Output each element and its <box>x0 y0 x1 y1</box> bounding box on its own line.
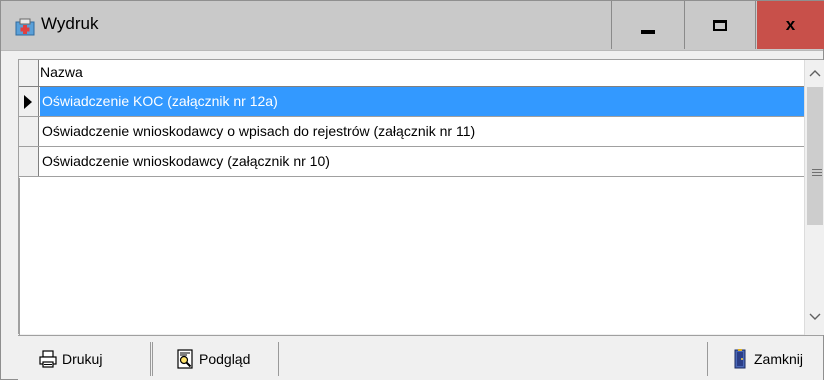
printer-app-icon <box>15 18 35 36</box>
close-icon: x <box>785 15 796 34</box>
scroll-up-button[interactable] <box>805 63 824 83</box>
row-indicator[interactable] <box>19 117 39 146</box>
close-button[interactable]: Zamknij <box>707 342 823 376</box>
minimize-icon <box>640 30 655 34</box>
preview-icon <box>177 349 193 369</box>
row-indicator[interactable] <box>19 87 39 116</box>
close-label: Zamknij <box>754 351 804 367</box>
preview-button[interactable]: Podgląd <box>152 342 279 376</box>
current-row-arrow-icon <box>24 95 32 109</box>
minimize-button[interactable] <box>611 1 683 49</box>
grid-left-border <box>19 178 20 335</box>
table-row[interactable]: Oświadczenie wnioskodawcy (załącznik nr … <box>19 147 804 177</box>
title-bar[interactable]: Wydruk x <box>1 1 824 51</box>
scroll-down-button[interactable] <box>805 307 824 327</box>
table-row[interactable]: Oświadczenie wnioskodawcy o wpisach do r… <box>19 117 804 147</box>
row-name-cell[interactable]: Oświadczenie KOC (załącznik nr 12a) <box>40 87 804 116</box>
scroll-grip-icon <box>812 169 822 176</box>
column-header-name[interactable]: Nazwa <box>40 64 83 80</box>
maximize-icon <box>713 19 727 31</box>
row-indicator[interactable] <box>19 147 39 176</box>
window-title: Wydruk <box>41 14 99 33</box>
print-window: Wydruk x Nazwa Oświadczenie KOC (załączn… <box>0 0 824 380</box>
row-name-cell[interactable]: Oświadczenie wnioskodawcy o wpisach do r… <box>40 117 475 146</box>
door-exit-icon <box>734 349 746 369</box>
table-row[interactable]: Oświadczenie KOC (załącznik nr 12a) <box>19 87 804 117</box>
preview-label: Podgląd <box>199 351 251 367</box>
printer-icon <box>39 350 57 368</box>
bottom-toolbar: Drukuj Podgląd Zamknij <box>18 335 823 380</box>
chevron-down-icon <box>809 313 821 320</box>
row-name-cell[interactable]: Oświadczenie wnioskodawcy (załącznik nr … <box>40 147 330 176</box>
header-indicator-cell <box>19 60 39 86</box>
print-label: Drukuj <box>62 351 103 367</box>
chevron-up-icon <box>809 70 821 77</box>
print-button[interactable]: Drukuj <box>18 342 151 376</box>
documents-grid[interactable]: Nazwa Oświadczenie KOC (załącznik nr 12a… <box>18 59 824 335</box>
scroll-thumb[interactable] <box>807 87 823 225</box>
grid-header: Nazwa <box>19 60 804 87</box>
vertical-scrollbar[interactable] <box>804 60 824 335</box>
maximize-button[interactable] <box>684 1 756 49</box>
close-window-button[interactable]: x <box>757 1 824 49</box>
